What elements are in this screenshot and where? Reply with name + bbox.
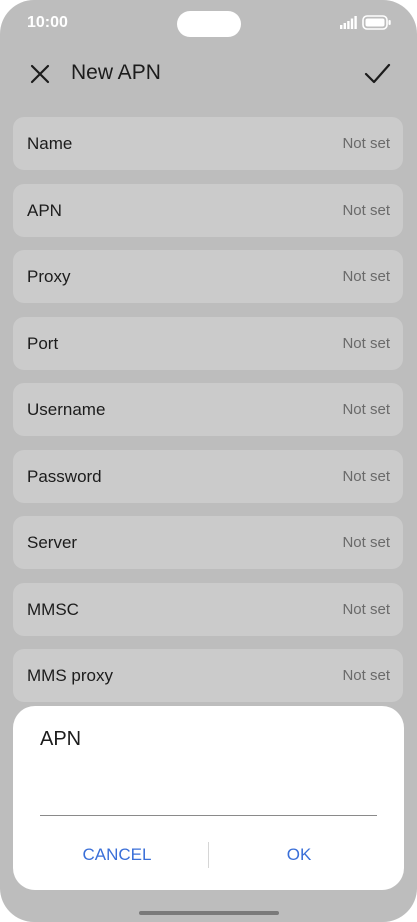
close-icon[interactable] (26, 60, 54, 88)
field-row-password[interactable]: Password Not set (13, 449, 403, 503)
field-value: Not set (342, 135, 390, 152)
cancel-button[interactable]: CANCEL (42, 840, 192, 870)
field-row-port[interactable]: Port Not set (13, 316, 403, 370)
app-bar: New APN (0, 50, 417, 98)
field-label: Server (27, 533, 78, 552)
field-value: Not set (342, 467, 390, 485)
apn-field-list: Name Not set APN Not set Proxy Not set P… (13, 117, 403, 716)
home-indicator[interactable] (139, 911, 279, 915)
status-time: 10:00 (27, 14, 68, 31)
field-label: MMSC (27, 599, 79, 619)
apn-input-dialog: APN CANCEL OK (13, 706, 404, 890)
field-value: Not set (342, 667, 390, 684)
apn-input[interactable] (40, 778, 377, 816)
field-row-name[interactable]: Name Not set (13, 117, 403, 170)
signal-icon (340, 16, 357, 29)
field-label: Username (27, 400, 106, 419)
field-row-proxy[interactable]: Proxy Not set (13, 250, 403, 303)
field-value: Not set (342, 268, 390, 285)
field-label: Password (27, 466, 102, 486)
field-label: APN (27, 200, 62, 220)
field-row-mmsc[interactable]: MMSC Not set (13, 582, 403, 636)
battery-icon (362, 15, 391, 30)
field-label: Name (27, 134, 73, 153)
field-label: Port (27, 333, 59, 353)
field-value: Not set (342, 201, 390, 219)
field-row-mms-proxy[interactable]: MMS proxy Not set (13, 649, 403, 702)
field-value: Not set (342, 401, 390, 418)
field-row-apn[interactable]: APN Not set (13, 183, 403, 237)
phone-screen: 10:00 New APN Name Not set APN Not set P… (0, 0, 417, 922)
field-value: Not set (342, 534, 390, 551)
camera-cutout (177, 11, 241, 37)
status-bar: 10:00 (0, 0, 417, 46)
field-label: Proxy (27, 267, 71, 286)
ok-button[interactable]: OK (224, 840, 374, 870)
field-value: Not set (342, 600, 390, 618)
button-divider (208, 842, 209, 868)
check-icon[interactable] (362, 59, 392, 89)
field-row-username[interactable]: Username Not set (13, 383, 403, 436)
page-title: New APN (71, 61, 161, 84)
field-label: MMS proxy (27, 666, 113, 685)
field-row-server[interactable]: Server Not set (13, 516, 403, 569)
field-value: Not set (342, 334, 390, 352)
dialog-title: APN (40, 728, 82, 750)
